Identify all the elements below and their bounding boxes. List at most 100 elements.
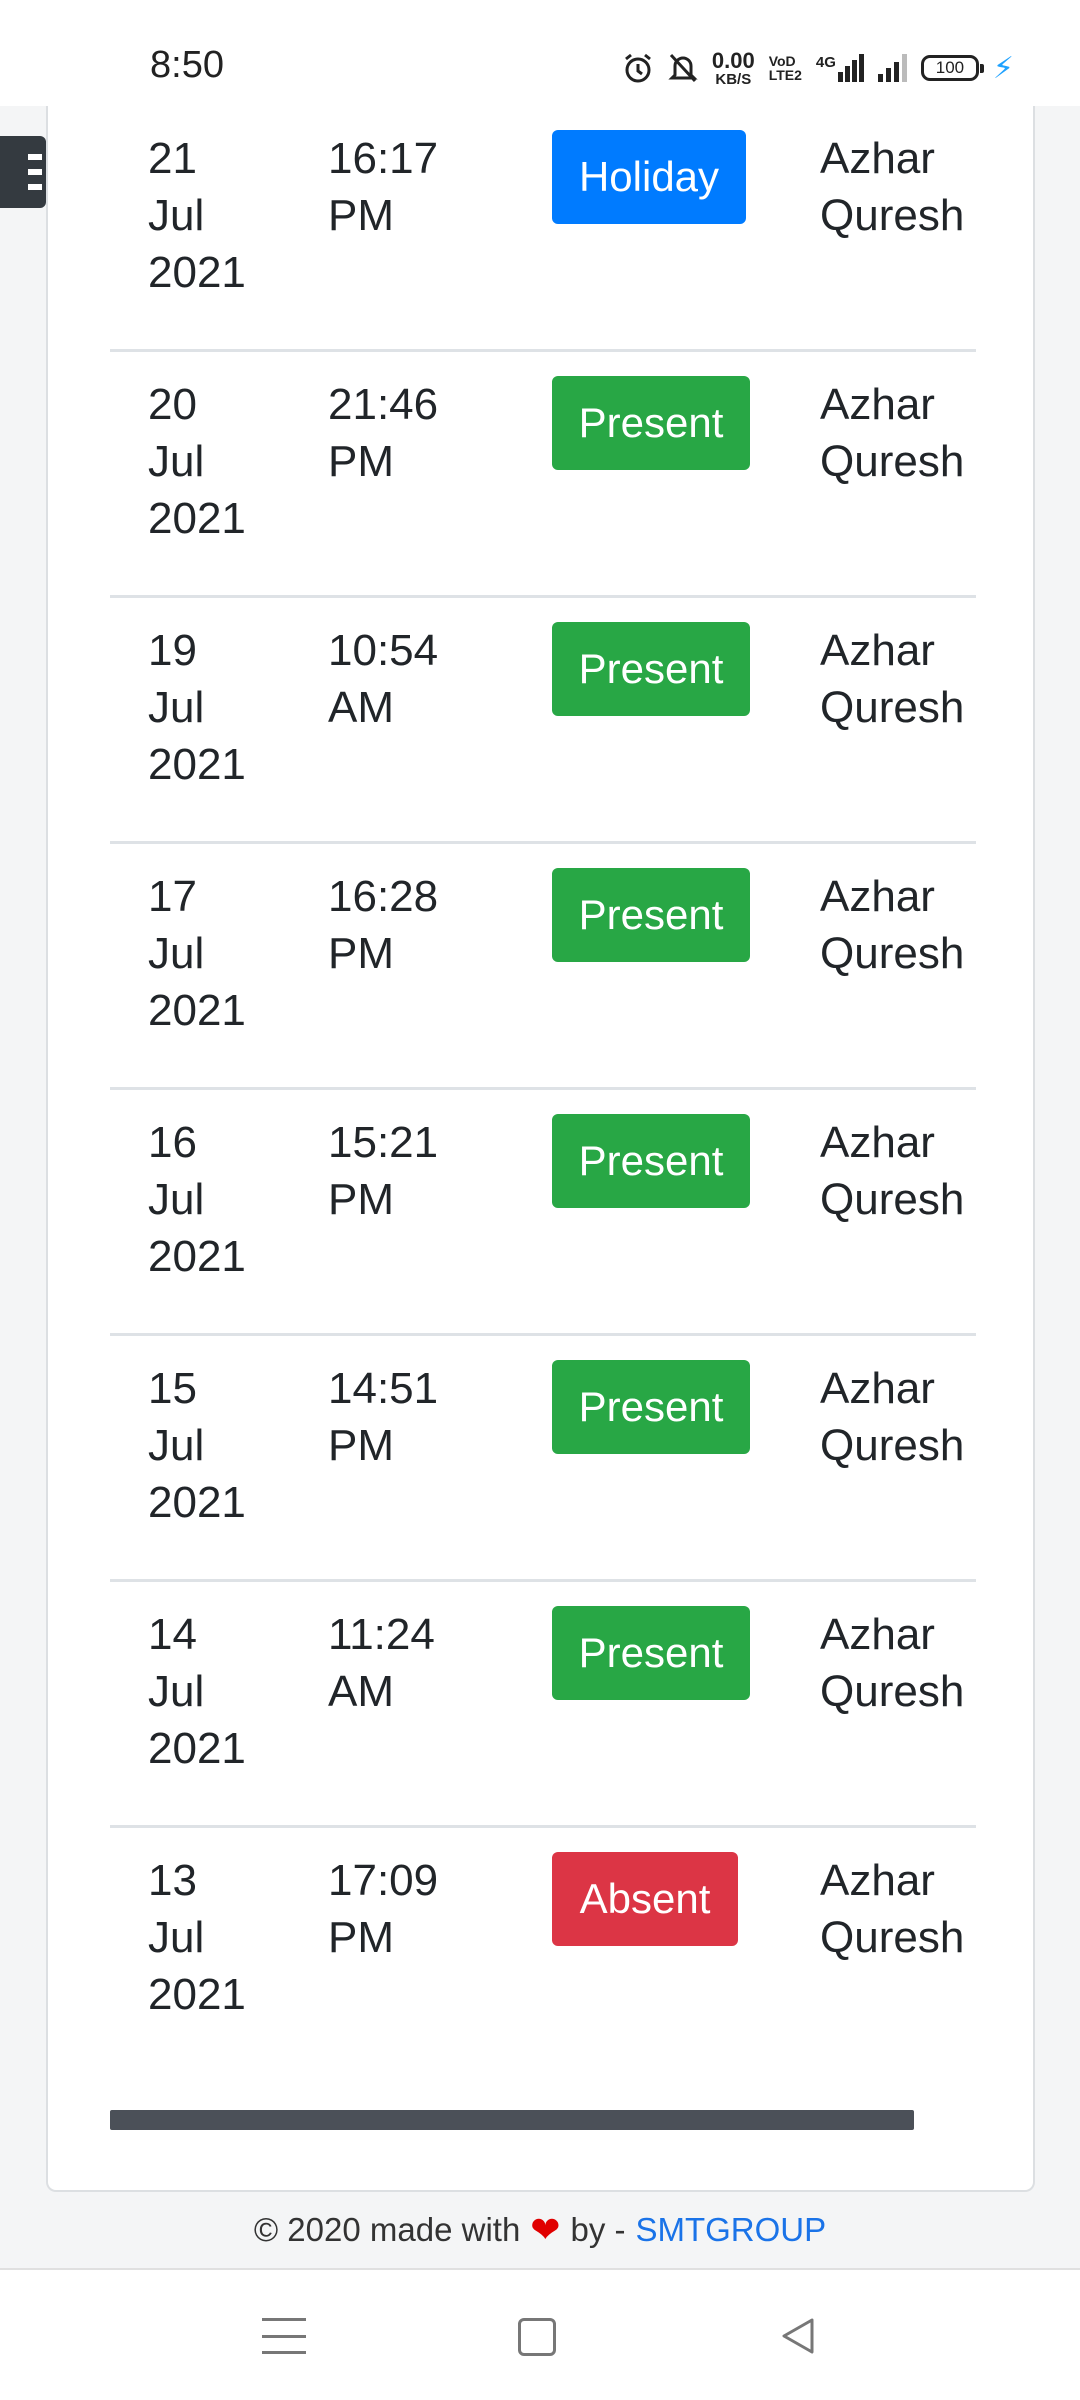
- date-year: 2021: [148, 1478, 246, 1527]
- hamburger-icon: [28, 154, 42, 190]
- battery-level: 100: [935, 58, 965, 77]
- name-first: Azhar: [820, 1364, 935, 1413]
- time-value: 11:24: [328, 1610, 435, 1659]
- name-last: Quresh: [820, 1667, 965, 1716]
- date-day: 15: [148, 1364, 197, 1413]
- date-day: 21: [148, 134, 197, 183]
- date-month: Jul: [148, 683, 205, 732]
- signal-4g-icon: 4G: [816, 54, 864, 82]
- status-badge: Absent: [552, 1852, 738, 1946]
- back-button[interactable]: [776, 2314, 820, 2358]
- time-cell: 16:17 PM: [328, 130, 468, 244]
- horizontal-scrollbar[interactable]: [110, 2110, 914, 2130]
- date-year: 2021: [148, 1232, 246, 1281]
- net-speed: 0.00 KB/S: [711, 47, 755, 87]
- date-year: 2021: [148, 986, 246, 1035]
- name-first: Azhar: [820, 1610, 935, 1659]
- status-badge: Present: [552, 622, 750, 716]
- heart-icon: ❤: [530, 2209, 561, 2250]
- date-day: 20: [148, 380, 197, 429]
- bell-muted-icon: [668, 53, 698, 83]
- footer-by: by -: [570, 2211, 626, 2248]
- alarm-icon: [624, 53, 651, 83]
- time-cell: 15:21 PM: [328, 1114, 468, 1228]
- date-month: Jul: [148, 1913, 205, 1962]
- name-first: Azhar: [820, 626, 935, 675]
- date-cell: 15 Jul 2021: [148, 1360, 278, 1531]
- name-first: Azhar: [820, 872, 935, 921]
- date-day: 16: [148, 1118, 197, 1167]
- name-last: Quresh: [820, 683, 965, 732]
- date-day: 19: [148, 626, 197, 675]
- table-row: 15 Jul 2021 14:51 PM Present Azhar Quresh: [110, 1336, 976, 1582]
- time-period: PM: [328, 437, 394, 486]
- name-last: Quresh: [820, 929, 965, 978]
- time-value: 16:28: [328, 872, 439, 921]
- date-month: Jul: [148, 437, 205, 486]
- volte-bottom: LTE2: [768, 67, 802, 83]
- time-cell: 11:24 AM: [328, 1606, 468, 1720]
- name-cell: Azhar Quresh: [820, 376, 980, 490]
- time-cell: 16:28 PM: [328, 868, 468, 982]
- time-period: PM: [328, 191, 394, 240]
- status-badge: Present: [552, 868, 750, 962]
- time-cell: 14:51 PM: [328, 1360, 468, 1474]
- name-first: Azhar: [820, 134, 935, 183]
- footer-text: © 2020 made with: [253, 2211, 521, 2248]
- status-bar: 8:50 0.00 KB/S VoD LTE2 4G 100 ⚡: [0, 0, 1080, 106]
- date-cell: 20 Jul 2021: [148, 376, 278, 547]
- date-day: 13: [148, 1856, 197, 1905]
- table-row: 17 Jul 2021 16:28 PM Present Azhar Quresh: [110, 844, 976, 1090]
- name-first: Azhar: [820, 380, 935, 429]
- system-nav-bar: [0, 2268, 1080, 2400]
- name-cell: Azhar Quresh: [820, 1852, 980, 1966]
- name-cell: Azhar Quresh: [820, 1360, 980, 1474]
- sidebar-toggle-button[interactable]: [0, 136, 46, 208]
- name-last: Quresh: [820, 191, 965, 240]
- status-badge: Present: [552, 1360, 750, 1454]
- battery-icon: 100: [920, 55, 984, 81]
- date-month: Jul: [148, 191, 205, 240]
- date-cell: 16 Jul 2021: [148, 1114, 278, 1285]
- table-row: 20 Jul 2021 21:46 PM Present Azhar Quresh: [110, 352, 976, 598]
- time-cell: 10:54 AM: [328, 622, 468, 736]
- status-time: 8:50: [150, 44, 224, 86]
- attendance-table: 21 Jul 2021 16:17 PM Holiday Azhar Quresh 20 Jul 2…: [110, 106, 976, 2074]
- volte-top: VoD: [768, 53, 796, 69]
- date-day: 17: [148, 872, 197, 921]
- name-cell: Azhar Quresh: [820, 1606, 980, 1720]
- signal-icon: [877, 54, 907, 82]
- name-first: Azhar: [820, 1118, 935, 1167]
- name-cell: Azhar Quresh: [820, 1114, 980, 1228]
- recent-apps-button[interactable]: [262, 2314, 306, 2358]
- table-row: 14 Jul 2021 11:24 AM Present Azhar Quresh: [110, 1582, 976, 1828]
- time-period: PM: [328, 1175, 394, 1224]
- status-badge: Holiday: [552, 130, 746, 224]
- date-month: Jul: [148, 1667, 205, 1716]
- date-cell: 14 Jul 2021: [148, 1606, 278, 1777]
- table-row: 13 Jul 2021 17:09 PM Absent Azhar Quresh: [110, 1828, 976, 2074]
- time-value: 10:54: [328, 626, 439, 675]
- name-cell: Azhar Quresh: [820, 130, 980, 244]
- time-value: 15:21: [328, 1118, 439, 1167]
- name-cell: Azhar Quresh: [820, 868, 980, 982]
- net-speed-value: 0.00: [711, 47, 755, 73]
- volte-indicator: VoD LTE2: [769, 54, 802, 82]
- date-cell: 21 Jul 2021: [148, 130, 278, 301]
- status-badge: Present: [552, 1606, 750, 1700]
- date-year: 2021: [148, 1724, 246, 1773]
- time-period: PM: [328, 1913, 394, 1962]
- date-cell: 19 Jul 2021: [148, 622, 278, 793]
- name-last: Quresh: [820, 1421, 965, 1470]
- footer-link[interactable]: SMTGROUP: [635, 2211, 826, 2249]
- time-cell: 21:46 PM: [328, 376, 468, 490]
- name-last: Quresh: [820, 437, 965, 486]
- table-row: 21 Jul 2021 16:17 PM Holiday Azhar Quresh: [110, 106, 976, 352]
- home-button[interactable]: [518, 2318, 556, 2356]
- network-type: 4G: [815, 54, 836, 71]
- table-row: 19 Jul 2021 10:54 AM Present Azhar Quresh: [110, 598, 976, 844]
- status-badge: Present: [552, 1114, 750, 1208]
- name-last: Quresh: [820, 1175, 965, 1224]
- time-period: PM: [328, 929, 394, 978]
- time-cell: 17:09 PM: [328, 1852, 468, 1966]
